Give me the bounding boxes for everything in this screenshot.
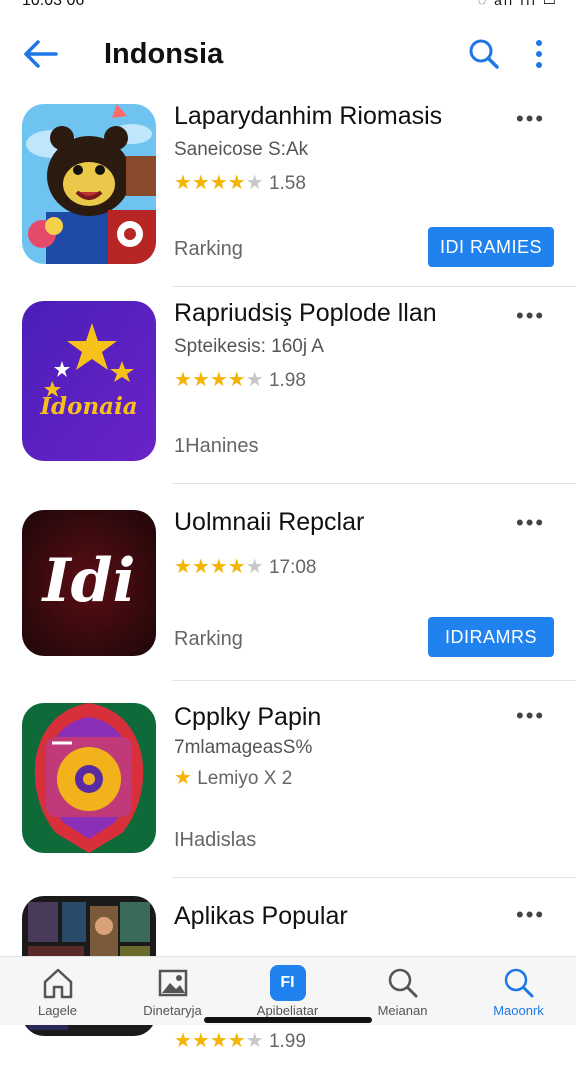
divider	[172, 680, 576, 681]
nav-label: Apibeliatar	[256, 1003, 319, 1018]
status-time: 10:03 06	[22, 0, 85, 9]
more-horizontal-icon[interactable]: •••	[516, 510, 545, 536]
app-rating: ★★★★★ 1.58	[174, 170, 306, 195]
back-arrow-icon	[24, 40, 58, 68]
app-name: Cpplky Papin	[174, 703, 322, 731]
page-title: Indonsia	[104, 38, 224, 70]
nav-item-meianan[interactable]: Meianan	[345, 957, 460, 1025]
app-name: Uolmnaii Repclar	[174, 508, 365, 536]
app-name: Laparydanhim Riomasis	[174, 102, 443, 130]
divider	[172, 286, 576, 287]
install-button[interactable]: IDI RAMIES	[428, 227, 554, 267]
search-button[interactable]	[464, 36, 504, 72]
divider	[172, 877, 576, 878]
star-rating-icon: ★	[174, 767, 192, 789]
status-indicators: ◌ ail ııl ▭	[477, 0, 558, 8]
apps-icon: FI	[269, 965, 306, 1001]
bottom-navigation: Lagele Dinetaryja FI Apibeliatar Meianan…	[0, 956, 576, 1025]
app-rating: ★★★★★ 17:08	[174, 554, 316, 579]
app-list-item[interactable]: Cpplky Papin ••• 7mlamageasS% ★ Lemiyo X…	[0, 683, 576, 878]
more-horizontal-icon[interactable]: •••	[516, 303, 545, 329]
nav-label: Maoonrk	[493, 1003, 544, 1018]
more-horizontal-icon[interactable]: •••	[516, 902, 545, 928]
apps-icon-badge: FI	[280, 974, 295, 991]
star-rating-icon: ★★★★★	[174, 369, 264, 391]
star-rating-icon: ★★★★★	[174, 1030, 264, 1052]
rating-value: Lemiyo X 2	[197, 768, 293, 789]
rating-value: 1.58	[268, 173, 306, 194]
more-horizontal-icon[interactable]: •••	[516, 703, 545, 729]
more-options-button[interactable]	[524, 36, 554, 72]
app-subtitle: Spteikesis: 160j A	[174, 336, 324, 357]
bear-cartoon-icon	[22, 104, 156, 264]
star-rating-icon: ★★★★★	[174, 556, 264, 578]
idi-letter-icon: Idi	[22, 510, 156, 656]
nav-item-maoonrk[interactable]: Maoonrk	[461, 957, 576, 1025]
star-rating-icon: ★★★★★	[174, 172, 264, 194]
colorful-disc-icon	[22, 703, 156, 853]
search-icon	[469, 39, 499, 69]
home-indicator[interactable]	[204, 1017, 372, 1023]
divider	[172, 483, 576, 484]
install-button[interactable]: IDIRAMRS	[428, 617, 554, 657]
app-meta: Rarking	[174, 628, 243, 650]
home-icon	[43, 968, 72, 999]
app-name: Rapriudsiş Poplode llan	[174, 299, 437, 327]
more-horizontal-icon[interactable]: •••	[516, 106, 545, 132]
app-rating: ★ Lemiyo X 2	[174, 765, 292, 790]
app-list-item[interactable]: Laparydanhim Riomasis ••• Saneicose S:Ak…	[0, 92, 576, 287]
app-meta: 1Hanines	[174, 435, 259, 457]
more-vertical-icon	[536, 40, 542, 68]
idonaia-stars-icon: Idonaia	[22, 301, 156, 461]
nav-item-lagele[interactable]: Lagele	[0, 957, 115, 1025]
app-rating: ★★★★★ 1.99	[174, 1028, 306, 1053]
nav-label: Lagele	[37, 1003, 78, 1018]
nav-item-dinetaryja[interactable]: Dinetaryja	[115, 957, 230, 1025]
image-icon	[158, 969, 187, 997]
app-meta: Rarking	[174, 238, 243, 260]
nav-item-apibeliatar[interactable]: FI Apibeliatar	[230, 957, 345, 1025]
app-meta: IHadislas	[174, 829, 257, 851]
app-name: Aplikas Popular	[174, 902, 348, 930]
rating-value: 17:08	[268, 557, 317, 578]
nav-label: Meianan	[377, 1003, 428, 1018]
search-icon	[388, 968, 417, 998]
back-button[interactable]	[20, 36, 60, 72]
rating-value: 1.98	[268, 370, 306, 391]
rating-value: 1.99	[268, 1031, 306, 1052]
app-subtitle: Saneicose S:Ak	[174, 139, 309, 160]
search-icon	[504, 968, 533, 998]
icon-text: Idonaia	[40, 393, 138, 420]
status-bar: 10:03 06 ◌ ail ııl ▭	[0, 0, 576, 14]
icon-text: Idi	[42, 546, 136, 616]
app-subtitle: 7mlamageasS%	[174, 737, 313, 758]
app-list-item[interactable]: Idi Uolmnaii Repclar ••• ★★★★★ 17:08 Rar…	[0, 486, 576, 681]
nav-label: Dinetaryja	[143, 1003, 202, 1018]
app-list-item[interactable]: Idonaia Rapriudsiş Poplode llan ••• Spte…	[0, 289, 576, 484]
top-app-bar: Indonsia	[0, 24, 576, 84]
app-rating: ★★★★★ 1.98	[174, 367, 306, 392]
